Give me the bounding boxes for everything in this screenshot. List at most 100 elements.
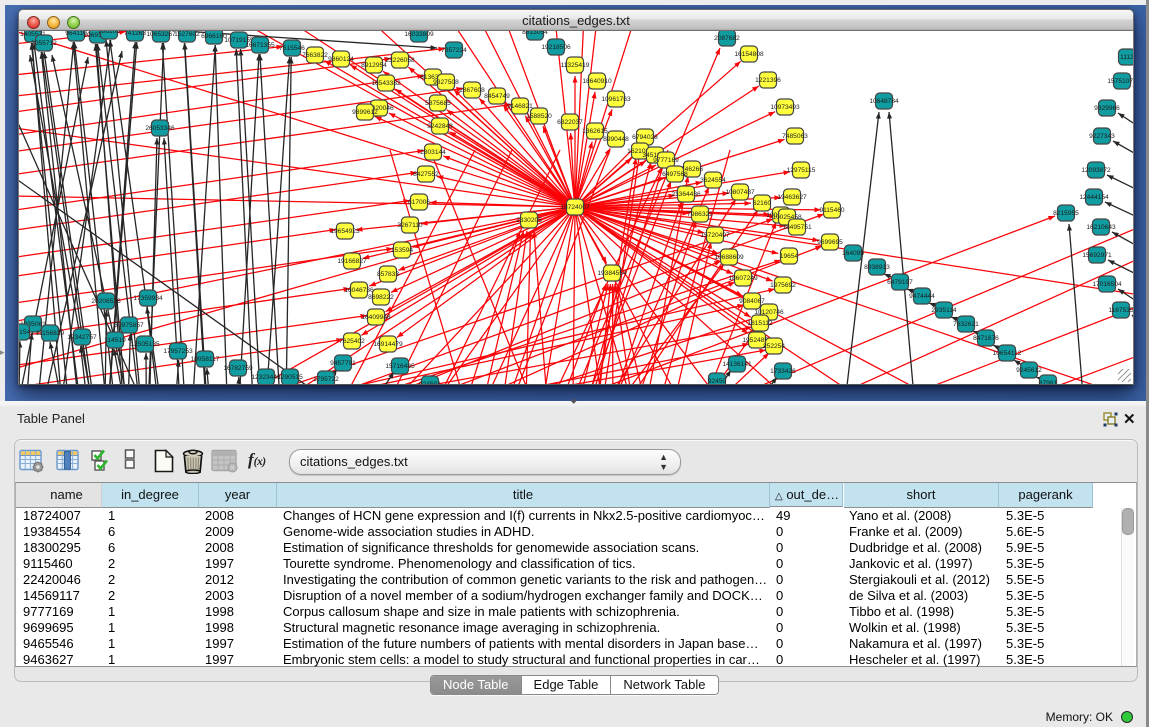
svg-text:9474444: 9474444	[909, 293, 935, 300]
svg-text:2803144: 2803144	[420, 149, 446, 156]
svg-text:87961: 87961	[1039, 380, 1058, 384]
svg-text:9084067: 9084067	[739, 298, 765, 305]
svg-text:15751074: 15751074	[1107, 78, 1133, 85]
svg-text:19218506: 19218506	[541, 44, 571, 51]
svg-text:114519: 114519	[104, 337, 126, 344]
svg-text:6479197: 6479197	[887, 279, 913, 286]
svg-text:17016504: 17016504	[1092, 281, 1122, 288]
svg-text:9899612: 9899612	[352, 109, 378, 116]
svg-text:12342757: 12342757	[67, 334, 97, 341]
svg-text:18607249: 18607249	[728, 275, 758, 282]
svg-text:19463627: 19463627	[777, 194, 807, 201]
svg-text:1221396: 1221396	[755, 77, 781, 84]
svg-text:9242848: 9242848	[427, 123, 453, 130]
svg-text:2087682: 2087682	[714, 35, 740, 42]
svg-text:19654: 19654	[780, 253, 799, 260]
svg-text:10653267: 10653267	[146, 31, 176, 38]
svg-text:252254: 252254	[763, 343, 785, 350]
svg-text:3267110: 3267110	[397, 222, 423, 229]
svg-text:16033809: 16033809	[404, 31, 434, 38]
svg-text:26053346: 26053346	[145, 125, 175, 132]
svg-text:857833: 857833	[377, 271, 399, 278]
svg-text:6794028: 6794028	[632, 134, 658, 141]
svg-text:16046736: 16046736	[344, 287, 374, 294]
svg-text:8427552: 8427552	[413, 171, 439, 178]
svg-text:16914479: 16914479	[373, 341, 403, 348]
svg-text:9777169: 9777169	[653, 157, 679, 164]
svg-text:1290515: 1290515	[277, 374, 303, 381]
svg-text:8215955: 8215955	[1053, 210, 1079, 217]
svg-text:6966160: 6966160	[201, 33, 227, 40]
svg-text:3624554: 3624554	[700, 177, 726, 184]
svg-text:5875685: 5875685	[425, 100, 451, 107]
svg-text:7663822: 7663822	[302, 52, 328, 59]
svg-text:11156829: 11156829	[36, 330, 65, 337]
svg-text:1795722: 1795722	[313, 376, 339, 383]
svg-text:18724007: 18724007	[560, 204, 590, 211]
svg-text:12975115: 12975115	[787, 167, 816, 174]
svg-text:1588520: 1588520	[526, 113, 552, 120]
svg-text:10973493: 10973493	[770, 104, 800, 111]
svg-text:8471676: 8471676	[973, 335, 999, 342]
svg-text:7986322: 7986322	[687, 211, 713, 218]
svg-text:164095: 164095	[842, 250, 864, 257]
svg-text:20206536: 20206536	[91, 298, 121, 305]
svg-text:153594: 153594	[391, 247, 413, 254]
svg-text:16409948: 16409948	[361, 314, 391, 321]
svg-text:8454749: 8454749	[484, 93, 510, 100]
svg-text:16671355: 16671355	[245, 42, 275, 49]
svg-text:16782759: 16782759	[223, 365, 253, 372]
svg-text:10648784: 10648784	[869, 98, 899, 105]
svg-text:18640910: 18640910	[582, 78, 612, 85]
svg-text:30975857: 30975857	[114, 322, 144, 329]
svg-text:9327508: 9327508	[433, 79, 459, 86]
svg-text:2867608: 2867608	[459, 87, 485, 94]
svg-text:924501: 924501	[419, 381, 441, 384]
svg-text:1733426: 1733426	[770, 368, 796, 375]
svg-text:62160: 62160	[753, 200, 772, 207]
svg-text:15692971: 15692971	[1082, 252, 1112, 259]
svg-text:6497568: 6497568	[662, 171, 688, 178]
svg-text:16154808: 16154808	[734, 51, 764, 58]
svg-text:14136141: 14136141	[722, 361, 752, 368]
svg-text:16543382: 16543382	[371, 80, 401, 87]
svg-text:1167535: 1167535	[1108, 307, 1133, 314]
svg-text:741263: 741263	[124, 31, 146, 37]
svg-text:9860124: 9860124	[328, 56, 354, 63]
svg-text:8990448: 8990448	[603, 136, 629, 143]
svg-text:39154: 39154	[19, 329, 30, 336]
svg-text:9115460: 9115460	[819, 207, 845, 214]
svg-text:7625402: 7625402	[339, 338, 365, 345]
svg-text:10807487: 10807487	[725, 189, 755, 196]
svg-text:19654923: 19654923	[330, 228, 360, 235]
svg-text:1112: 1112	[1120, 54, 1133, 61]
svg-text:1975692: 1975692	[770, 282, 796, 289]
svg-text:8912954: 8912954	[361, 62, 387, 69]
svg-text:9146821: 9146821	[507, 103, 533, 110]
svg-text:92450: 92450	[708, 378, 727, 384]
svg-text:15716485: 15716485	[385, 363, 415, 370]
svg-text:18495751: 18495751	[782, 224, 812, 231]
svg-text:16210643: 16210643	[1086, 224, 1116, 231]
svg-text:1362615: 1362615	[582, 128, 608, 135]
svg-text:7515546: 7515546	[279, 45, 305, 52]
svg-text:2055712: 2055712	[31, 40, 57, 47]
svg-text:12444154: 12444154	[1079, 194, 1109, 201]
svg-text:617006: 617006	[408, 199, 430, 206]
svg-text:15720407: 15720407	[700, 232, 730, 239]
svg-text:23226058: 23226058	[385, 57, 415, 64]
svg-text:9457791: 9457791	[330, 360, 356, 367]
svg-text:9227343: 9227343	[1089, 133, 1115, 140]
svg-text:12505135: 12505135	[130, 341, 160, 348]
svg-text:8698222: 8698222	[368, 294, 394, 301]
svg-text:7485063: 7485063	[782, 133, 808, 140]
svg-text:1527602: 1527602	[174, 31, 200, 38]
svg-text:9699695: 9699695	[817, 239, 843, 246]
svg-text:17957253: 17957253	[163, 348, 193, 355]
svg-text:2935114: 2935114	[931, 307, 957, 314]
svg-text:10961763: 10961763	[601, 96, 631, 103]
svg-text:21364436: 21364436	[671, 191, 701, 198]
svg-text:11325419: 11325419	[561, 62, 590, 69]
svg-text:10654112: 10654112	[993, 350, 1022, 357]
svg-text:9245612: 9245612	[1016, 367, 1042, 374]
